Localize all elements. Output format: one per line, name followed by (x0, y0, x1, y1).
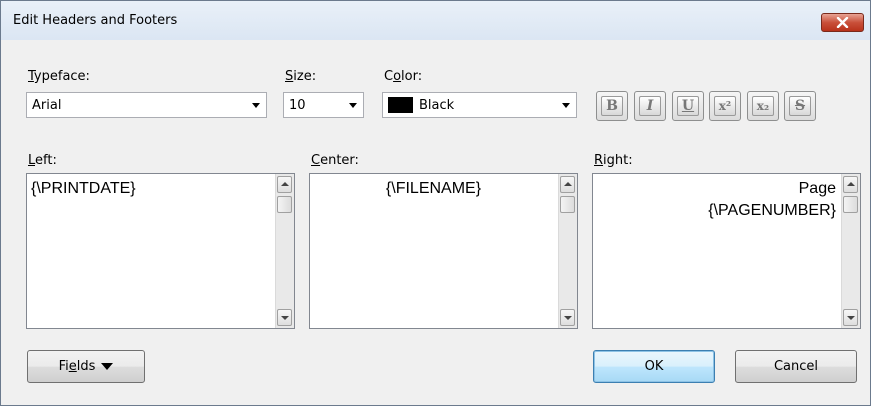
size-select[interactable]: 10 (283, 92, 364, 118)
typeface-value: Arial (32, 98, 62, 113)
scroll-down-button[interactable] (843, 309, 858, 326)
right-header-line-2: {\PAGENUMBER} (708, 202, 836, 219)
bold-icon: B (601, 96, 623, 116)
right-label: Right: (594, 153, 633, 168)
arrow-down-icon (847, 316, 855, 320)
scroll-down-button[interactable] (277, 309, 292, 326)
arrow-up-icon (847, 182, 855, 186)
superscript-icon: x² (714, 96, 736, 116)
subscript-button[interactable]: x₂ (747, 91, 779, 121)
close-icon (836, 17, 849, 28)
left-label: Left: (28, 153, 57, 168)
underline-button[interactable]: U (672, 91, 704, 121)
right-header-line-1: Page (798, 180, 836, 197)
left-header-textarea[interactable]: {\PRINTDATE} (26, 173, 295, 329)
superscript-button[interactable]: x² (709, 91, 741, 121)
bold-button[interactable]: B (596, 91, 628, 121)
center-scrollbar[interactable] (558, 174, 577, 328)
center-header-text: {\FILENAME} (385, 180, 482, 197)
center-header-textarea[interactable]: {\FILENAME} (309, 173, 578, 329)
italic-button[interactable]: I (634, 91, 666, 121)
dialog-window: Edit Headers and Footers Typeface: Arial… (0, 0, 871, 406)
subscript-icon: x₂ (752, 96, 774, 116)
arrow-up-icon (281, 182, 289, 186)
arrow-down-icon (281, 316, 289, 320)
color-select[interactable]: Black (382, 92, 577, 118)
left-scrollbar[interactable] (275, 174, 294, 328)
color-swatch (388, 97, 413, 113)
cancel-button[interactable]: Cancel (735, 350, 857, 383)
italic-icon: I (639, 96, 661, 116)
center-label: Center: (311, 153, 359, 168)
scroll-thumb[interactable] (560, 196, 575, 213)
title-bar[interactable]: Edit Headers and Footers (1, 1, 870, 40)
fields-button[interactable]: Fields (27, 350, 145, 383)
typeface-select[interactable]: Arial (26, 92, 267, 118)
color-label: Color: (384, 69, 423, 84)
right-header-text: Page {\PAGENUMBER} (597, 178, 836, 222)
scroll-up-button[interactable] (277, 176, 292, 193)
underline-icon: U (677, 96, 699, 116)
strikethrough-icon: S (789, 96, 811, 116)
close-button[interactable] (821, 13, 864, 32)
right-header-textarea[interactable]: Page {\PAGENUMBER} (592, 173, 861, 329)
arrow-up-icon (564, 182, 572, 186)
chevron-down-icon (562, 103, 570, 108)
left-header-text: {\PRINTDATE} (31, 180, 136, 197)
dropdown-arrow-icon (101, 363, 114, 370)
strikethrough-button[interactable]: S (784, 91, 816, 121)
chevron-down-icon (252, 103, 260, 108)
scroll-down-button[interactable] (560, 309, 575, 326)
scroll-up-button[interactable] (560, 176, 575, 193)
color-value: Black (419, 98, 455, 113)
scroll-thumb[interactable] (843, 196, 858, 213)
ok-button[interactable]: OK (593, 350, 715, 383)
scroll-thumb[interactable] (277, 196, 292, 213)
window-title: Edit Headers and Footers (13, 13, 178, 28)
arrow-down-icon (564, 316, 572, 320)
size-label: Size: (285, 69, 317, 84)
scroll-up-button[interactable] (843, 176, 858, 193)
right-scrollbar[interactable] (841, 174, 860, 328)
chevron-down-icon (349, 103, 357, 108)
typeface-label: Typeface: (28, 69, 90, 84)
size-value: 10 (289, 98, 306, 113)
